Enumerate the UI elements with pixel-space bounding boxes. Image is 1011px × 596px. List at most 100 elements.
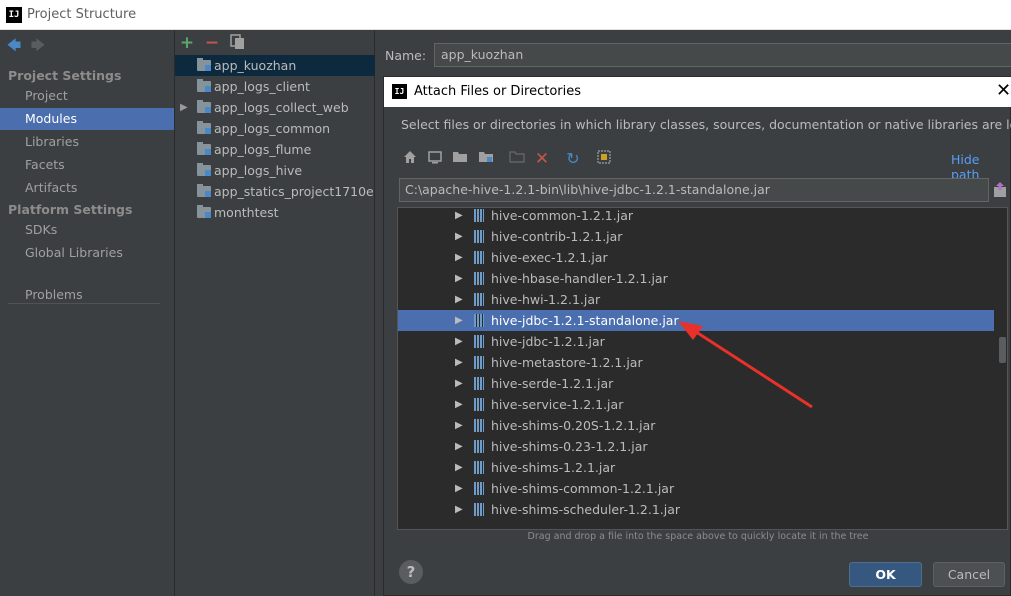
module-item-app-logs-flume[interactable]: app_logs_flume — [175, 139, 375, 160]
tree-item[interactable]: ▶ hive-metastore-1.2.1.jar — [398, 352, 994, 373]
tree-item-label: hive-hwi-1.2.1.jar — [491, 292, 601, 307]
tree-item-label: hive-shims-0.20S-1.2.1.jar — [491, 418, 656, 433]
tree-item[interactable]: ▶ hive-hwi-1.2.1.jar — [398, 289, 994, 310]
show-hidden-files-icon[interactable] — [595, 150, 613, 168]
module-folder-icon — [197, 100, 211, 113]
tree-item[interactable]: ▶ hive-common-1.2.1.jar — [398, 208, 994, 226]
jar-file-icon — [474, 272, 484, 285]
cancel-button[interactable]: Cancel — [933, 562, 1005, 587]
close-icon[interactable]: ✕ — [996, 81, 1011, 101]
tree-item[interactable]: ▶ hive-service-1.2.1.jar — [398, 394, 994, 415]
back-arrow-icon[interactable]: 🡄 — [6, 38, 22, 54]
tree-scrollbar[interactable] — [999, 337, 1006, 363]
jar-file-icon — [474, 440, 484, 453]
file-tree[interactable]: ▶ hive-common-1.2.1.jar ▶ hive-contrib-1.2.… — [397, 207, 1008, 530]
desktop-icon[interactable] — [426, 150, 444, 168]
ok-button[interactable]: OK — [849, 562, 922, 587]
expand-arrow-icon[interactable]: ▶ — [455, 247, 463, 268]
add-module-icon[interactable]: + — [178, 34, 196, 52]
tree-item[interactable]: ▶ hive-jdbc-1.2.1-standalone.jar — [398, 310, 994, 331]
expand-arrow-icon[interactable]: ▶ — [455, 436, 463, 457]
expand-arrow-icon[interactable]: ▶ — [455, 208, 463, 226]
expand-arrow-icon[interactable]: ▶ — [455, 268, 463, 289]
nav-item-sdks[interactable]: SDKs — [0, 219, 174, 241]
expand-arrow-icon[interactable]: ▶ — [455, 310, 463, 331]
tree-item-label: hive-hbase-handler-1.2.1.jar — [491, 271, 668, 286]
expand-arrow-icon[interactable]: ▶ — [455, 499, 463, 520]
tree-item[interactable]: ▶ hive-serde-1.2.1.jar — [398, 373, 994, 394]
jar-file-icon — [474, 398, 484, 411]
path-input[interactable]: C:\apache-hive-1.2.1-bin\lib\hive-jdbc-1… — [399, 178, 989, 202]
dialog-title-bar: IJ Attach Files or Directories ✕ — [384, 77, 1011, 107]
expand-arrow-icon[interactable]: ▶ — [180, 97, 188, 118]
tree-item[interactable]: ▶ hive-hbase-handler-1.2.1.jar — [398, 268, 994, 289]
nav-item-problems[interactable]: Problems — [0, 284, 174, 306]
module-item-app-kuozhan[interactable]: app_kuozhan — [175, 55, 375, 76]
delete-icon[interactable]: ✕ — [533, 150, 551, 168]
path-history-icon[interactable] — [993, 182, 1007, 198]
jar-file-icon — [474, 251, 484, 264]
refresh-icon[interactable]: ↻ — [564, 150, 582, 168]
tree-item-label: hive-jdbc-1.2.1.jar — [491, 334, 605, 349]
expand-arrow-icon[interactable]: ▶ — [455, 289, 463, 310]
tree-item[interactable]: ▶ hive-shims-0.23-1.2.1.jar — [398, 436, 994, 457]
dialog-title: Attach Files or Directories — [414, 84, 582, 99]
project-folder-icon[interactable] — [451, 150, 469, 168]
tree-item-label: hive-shims-common-1.2.1.jar — [491, 481, 675, 496]
forward-arrow-icon[interactable]: 🡆 — [30, 38, 46, 54]
tree-item-label: hive-shims-scheduler-1.2.1.jar — [491, 502, 681, 517]
module-item-app-logs-collect-web[interactable]: ▶ app_logs_collect_web — [175, 97, 375, 118]
module-folder-icon — [197, 121, 211, 134]
tree-item[interactable]: ▶ hive-contrib-1.2.1.jar — [398, 226, 994, 247]
copy-icon[interactable] — [229, 34, 247, 52]
module-item-app-logs-client[interactable]: app_logs_client — [175, 76, 375, 97]
expand-arrow-icon[interactable]: ▶ — [455, 331, 463, 352]
drag-drop-hint: Drag and drop a file into the space abov… — [527, 531, 869, 542]
tree-item-label: hive-shims-0.23-1.2.1.jar — [491, 439, 648, 454]
module-item-app-logs-hive[interactable]: app_logs_hive — [175, 160, 375, 181]
nav-item-modules[interactable]: Modules — [0, 108, 174, 130]
tree-item-label: hive-jdbc-1.2.1-standalone.jar — [491, 313, 679, 328]
tree-item-label: hive-contrib-1.2.1.jar — [491, 229, 623, 244]
tree-item[interactable]: ▶ hive-shims-1.2.1.jar — [398, 457, 994, 478]
tree-item-label: hive-service-1.2.1.jar — [491, 397, 624, 412]
expand-arrow-icon[interactable]: ▶ — [455, 415, 463, 436]
tree-item[interactable]: ▶ hive-shims-scheduler-1.2.1.jar — [398, 499, 994, 520]
expand-arrow-icon[interactable]: ▶ — [455, 373, 463, 394]
jar-file-icon — [474, 314, 484, 327]
help-button[interactable]: ? — [399, 560, 423, 584]
remove-module-icon[interactable]: − — [203, 34, 221, 52]
jar-file-icon — [474, 419, 484, 432]
module-folder-icon — [197, 163, 211, 176]
module-folder-icon — [197, 142, 211, 155]
project-settings-header: Project Settings — [8, 68, 122, 83]
expand-arrow-icon[interactable]: ▶ — [455, 352, 463, 373]
expand-arrow-icon[interactable]: ▶ — [455, 394, 463, 415]
jar-file-icon — [474, 377, 484, 390]
module-item-app-statics-project1710e[interactable]: app_statics_project1710e — [175, 181, 375, 202]
module-item-app-logs-common[interactable]: app_logs_common — [175, 118, 375, 139]
nav-item-global-libraries[interactable]: Global Libraries — [0, 242, 174, 264]
tree-item[interactable]: ▶ hive-exec-1.2.1.jar — [398, 247, 994, 268]
tree-item[interactable]: ▶ hive-shims-0.20S-1.2.1.jar — [398, 415, 994, 436]
home-icon[interactable] — [401, 150, 419, 168]
new-folder-icon[interactable] — [508, 150, 526, 168]
module-folder-icon — [197, 79, 211, 92]
nav-item-artifacts[interactable]: Artifacts — [0, 177, 174, 199]
attach-files-dialog: IJ Attach Files or Directories ✕ Select … — [383, 76, 1011, 596]
modules-panel: + − app_kuozhan app_logs_client ▶ app_log… — [175, 30, 375, 596]
nav-item-libraries[interactable]: Libraries — [0, 131, 174, 153]
nav-item-project[interactable]: Project — [0, 85, 174, 107]
tree-item[interactable]: ▶ hive-shims-common-1.2.1.jar — [398, 478, 994, 499]
jar-file-icon — [474, 356, 484, 369]
module-folder-icon — [197, 58, 211, 71]
module-item-monthtest[interactable]: monthtest — [175, 202, 375, 223]
expand-arrow-icon[interactable]: ▶ — [455, 457, 463, 478]
left-nav-panel: 🡄 🡆 Project Settings Project Modules Lib… — [0, 30, 175, 596]
expand-arrow-icon[interactable]: ▶ — [455, 226, 463, 247]
module-name-input[interactable]: app_kuozhan — [434, 43, 1011, 67]
tree-item[interactable]: ▶ hive-jdbc-1.2.1.jar — [398, 331, 994, 352]
nav-item-facets[interactable]: Facets — [0, 154, 174, 176]
module-folder-icon[interactable] — [477, 150, 495, 168]
expand-arrow-icon[interactable]: ▶ — [455, 478, 463, 499]
